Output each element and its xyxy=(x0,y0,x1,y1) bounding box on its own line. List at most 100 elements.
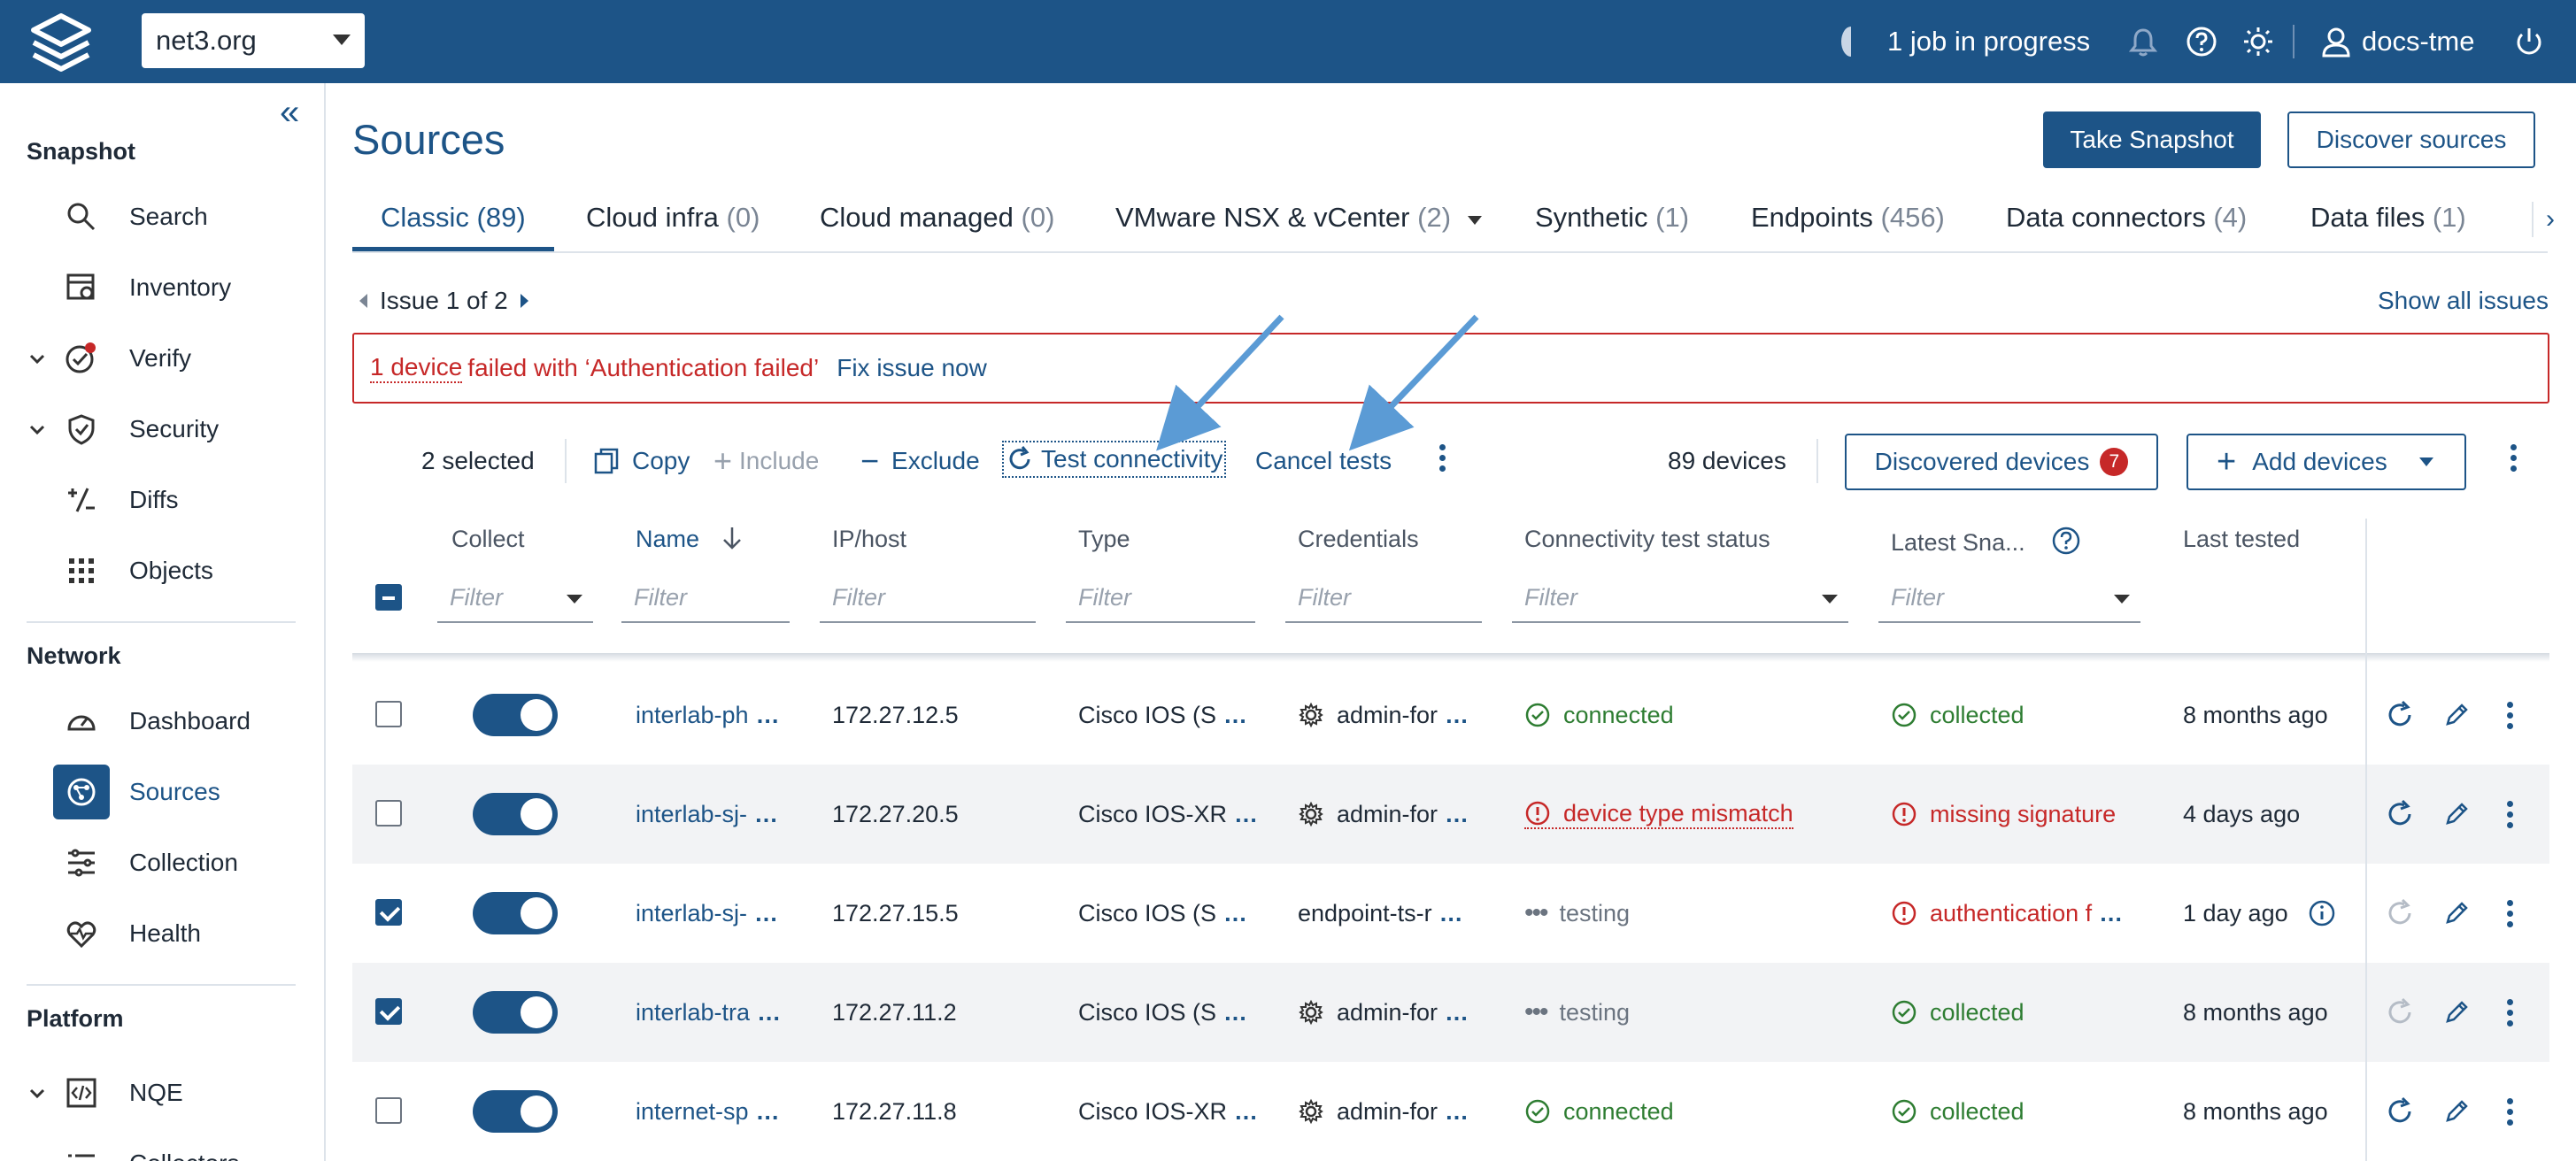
fix-issue-link[interactable]: Fix issue now xyxy=(837,354,987,382)
col-header-name[interactable]: Name xyxy=(636,526,744,553)
row-menu-button[interactable] xyxy=(2491,765,2528,864)
tabs-scroll-right-icon[interactable]: › xyxy=(2532,202,2567,237)
credentials-cell[interactable]: admin-for… xyxy=(1298,665,1530,765)
select-all-checkbox[interactable] xyxy=(375,584,402,611)
col-header-credentials[interactable]: Credentials xyxy=(1298,526,1419,553)
user-icon[interactable] xyxy=(2319,25,2353,58)
device-name-cell[interactable]: interlab-ph… xyxy=(636,665,800,765)
table-row[interactable]: interlab-tra… 172.27.11.2 Cisco IOS (S… adm… xyxy=(352,963,2549,1062)
collapse-sidebar-icon[interactable]: « xyxy=(280,95,310,130)
sidebar-item-health[interactable]: Health xyxy=(53,906,301,961)
device-name-cell[interactable]: interlab-sj-… xyxy=(636,864,800,963)
row-menu-button[interactable] xyxy=(2491,665,2528,765)
col-header-ip[interactable]: IP/host xyxy=(832,526,906,553)
device-name[interactable]: interlab-ph xyxy=(636,702,749,729)
user-name[interactable]: docs-tme xyxy=(2362,0,2474,83)
collect-toggle[interactable] xyxy=(473,892,558,934)
failed-device-link[interactable]: 1 device xyxy=(370,353,463,383)
device-name[interactable]: interlab-tra xyxy=(636,999,750,1026)
table-row[interactable]: internet-sp…172.27.11.8Cisco IOS-XR…admi… xyxy=(352,1062,2549,1161)
device-name[interactable]: internet-sp xyxy=(636,1098,749,1126)
exclude-button[interactable]: − Exclude xyxy=(860,442,980,480)
device-name-cell[interactable]: internet-sp… xyxy=(636,1062,800,1161)
edit-button[interactable] xyxy=(2438,1062,2475,1161)
next-issue-icon[interactable] xyxy=(520,294,528,308)
row-checkbox[interactable] xyxy=(375,701,402,727)
show-all-issues-link[interactable]: Show all issues xyxy=(2378,287,2549,315)
filter-name[interactable]: Filter xyxy=(621,573,790,623)
include-button[interactable]: + Include xyxy=(713,442,819,480)
sidebar-item-nqe[interactable]: NQE xyxy=(53,1065,301,1120)
edit-button[interactable] xyxy=(2438,665,2475,765)
filter-credentials[interactable]: Filter xyxy=(1285,573,1482,623)
sidebar-item-objects[interactable]: Objects xyxy=(53,543,301,598)
table-row[interactable]: interlab-sj-… 172.27.15.5 Cisco IOS (S… end… xyxy=(352,864,2549,963)
tab-classic[interactable]: Classic (89) xyxy=(352,188,554,251)
sidebar-item-verify[interactable]: Verify xyxy=(53,331,301,386)
collect-toggle[interactable] xyxy=(473,793,558,835)
prev-issue-icon[interactable] xyxy=(359,294,367,308)
collect-toggle[interactable] xyxy=(473,1090,558,1133)
row-menu-button[interactable] xyxy=(2491,864,2528,963)
row-checkbox[interactable] xyxy=(375,998,402,1025)
retest-button[interactable] xyxy=(2381,864,2418,963)
row-checkbox[interactable] xyxy=(375,1097,402,1124)
device-name[interactable]: interlab-sj- xyxy=(636,801,747,828)
chevron-down-icon[interactable] xyxy=(2418,456,2435,468)
filter-type[interactable]: Filter xyxy=(1066,573,1255,623)
col-header-collect[interactable]: Collect xyxy=(451,526,525,553)
tab-vmware[interactable]: VMware NSX & vCenter (2) xyxy=(1115,188,1484,251)
edit-button[interactable] xyxy=(2438,765,2475,864)
sidebar-item-inventory[interactable]: Inventory xyxy=(53,260,301,315)
sidebar-item-dashboard[interactable]: Dashboard xyxy=(53,694,301,749)
collect-toggle[interactable] xyxy=(473,694,558,736)
col-header-type[interactable]: Type xyxy=(1078,526,1130,553)
forward-networks-logo-icon[interactable] xyxy=(23,11,99,73)
credentials-cell[interactable]: admin-for… xyxy=(1298,963,1530,1062)
sidebar-item-collection[interactable]: Collection xyxy=(53,835,301,890)
credentials-cell[interactable]: endpoint-ts-r… xyxy=(1298,864,1530,963)
retest-button[interactable] xyxy=(2381,665,2418,765)
sort-desc-icon[interactable] xyxy=(721,526,744,550)
copy-button[interactable]: Copy xyxy=(593,442,690,480)
job-status[interactable]: 1 job in progress xyxy=(1887,0,2090,83)
col-header-connectivity[interactable]: Connectivity test status xyxy=(1524,526,1770,553)
edit-button[interactable] xyxy=(2438,963,2475,1062)
take-snapshot-button[interactable]: Take Snapshot xyxy=(2043,111,2261,168)
tab-endpoints[interactable]: Endpoints (456) xyxy=(1751,188,1945,251)
sidebar-item-search[interactable]: Search xyxy=(53,189,301,244)
device-name-cell[interactable]: interlab-tra… xyxy=(636,963,800,1062)
tab-synthetic[interactable]: Synthetic (1) xyxy=(1535,188,1689,251)
row-menu-button[interactable] xyxy=(2491,963,2528,1062)
edit-button[interactable] xyxy=(2438,864,2475,963)
help-icon[interactable] xyxy=(2051,526,2081,556)
retest-button[interactable] xyxy=(2381,963,2418,1062)
more-actions-icon[interactable] xyxy=(1438,444,1446,478)
add-devices-button[interactable]: + Add devices xyxy=(2187,434,2466,490)
retest-button[interactable] xyxy=(2381,1062,2418,1161)
theme-sun-icon[interactable] xyxy=(2241,25,2275,58)
bell-icon[interactable] xyxy=(2126,25,2160,58)
credentials-cell[interactable]: admin-for… xyxy=(1298,1062,1530,1161)
chevron-down-icon[interactable] xyxy=(28,1085,46,1103)
credentials-cell[interactable]: admin-for… xyxy=(1298,765,1530,864)
col-header-latest-snapshot[interactable]: Latest Sna... xyxy=(1891,526,2081,557)
retest-button[interactable] xyxy=(2381,765,2418,864)
filter-ip[interactable]: Filter xyxy=(820,573,1036,623)
help-icon[interactable] xyxy=(2185,25,2218,58)
discover-sources-button[interactable]: Discover sources xyxy=(2287,111,2535,168)
power-icon[interactable] xyxy=(2512,25,2546,58)
table-options-icon[interactable] xyxy=(2509,444,2518,478)
sidebar-item-diffs[interactable]: Diffs xyxy=(53,473,301,527)
sidebar-item-security[interactable]: Security xyxy=(53,402,301,457)
cancel-tests-button[interactable]: Cancel tests xyxy=(1255,442,1392,480)
chevron-down-icon[interactable] xyxy=(28,350,46,368)
filter-collect[interactable]: Filter xyxy=(437,573,593,623)
row-checkbox[interactable] xyxy=(375,899,402,926)
filter-latest-snapshot[interactable]: Filter xyxy=(1878,573,2140,623)
discovered-devices-button[interactable]: Discovered devices 7 xyxy=(1845,434,2158,490)
tab-data-connectors[interactable]: Data connectors (4) xyxy=(2006,188,2247,251)
tab-cloud-infra[interactable]: Cloud infra (0) xyxy=(586,188,760,251)
row-menu-button[interactable] xyxy=(2491,1062,2528,1161)
table-row[interactable]: interlab-sj-…172.27.20.5Cisco IOS-XR…adm… xyxy=(352,765,2549,864)
